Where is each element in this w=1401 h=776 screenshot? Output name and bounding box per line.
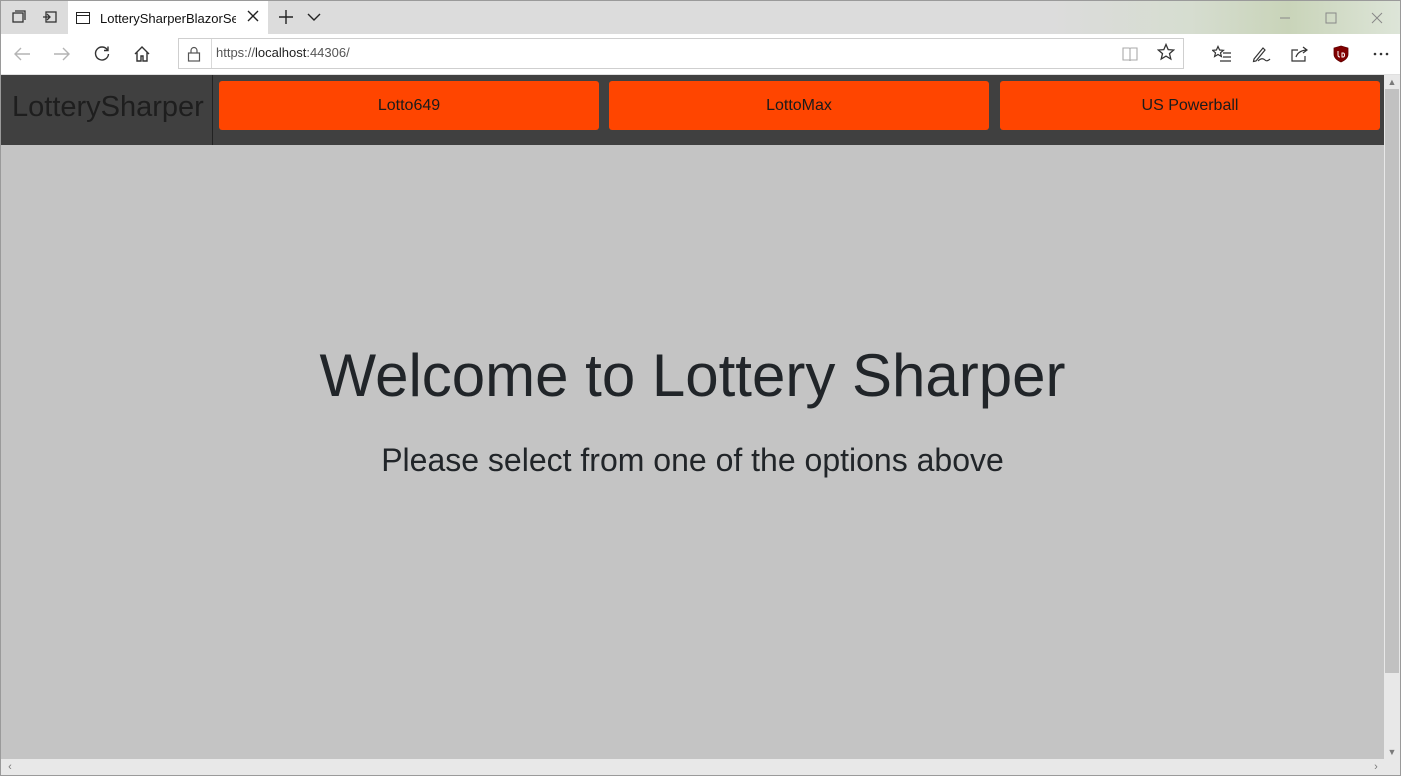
url-scheme: https:// [216, 45, 256, 60]
tab-title: LotterySharperBlazorServ [100, 11, 236, 26]
navigation-bar: https://localhost:44306/ [1, 34, 1400, 75]
forward-icon[interactable] [47, 40, 77, 68]
scroll-right-icon[interactable]: › [1369, 759, 1383, 775]
tab-actions-icon[interactable] [7, 7, 29, 27]
welcome-subheading: Please select from one of the options ab… [381, 442, 1004, 478]
welcome-section: Welcome to Lottery Sharper Please select… [1, 145, 1384, 759]
active-tab[interactable]: LotterySharperBlazorServ [68, 1, 268, 34]
brand-title[interactable]: LotterySharper [12, 91, 204, 124]
lock-icon[interactable] [187, 46, 201, 62]
vertical-scroll-thumb[interactable] [1385, 89, 1399, 673]
reading-view-icon[interactable] [1122, 46, 1138, 62]
url-port-path: :44306/ [306, 45, 350, 60]
nav-button-lotto649[interactable]: Lotto649 [219, 81, 599, 130]
url-host: localhost [255, 45, 307, 60]
ublock-icon[interactable] [1326, 40, 1356, 68]
address-bar[interactable]: https://localhost:44306/ [178, 38, 1184, 69]
window-close-icon[interactable] [1354, 1, 1400, 34]
url-text[interactable]: https://localhost:44306/ [216, 45, 350, 60]
maximize-icon[interactable] [1308, 1, 1354, 34]
close-icon[interactable] [244, 9, 262, 27]
favorites-icon[interactable] [1207, 40, 1237, 68]
page-icon [76, 12, 90, 24]
nav-button-lottomax[interactable]: LottoMax [609, 81, 989, 130]
set-aside-tabs-icon[interactable] [39, 7, 61, 27]
url-divider [211, 39, 212, 68]
pen-icon[interactable] [1246, 40, 1276, 68]
title-bar: LotterySharperBlazorServ [1, 1, 1400, 34]
nav-button-us-powerball[interactable]: US Powerball [1000, 81, 1380, 130]
page-viewport: LotterySharper Lotto649 LottoMax US Powe… [1, 75, 1384, 759]
welcome-heading: Welcome to Lottery Sharper [319, 342, 1066, 409]
scroll-up-icon[interactable]: ▲ [1384, 75, 1400, 89]
minimize-icon[interactable] [1262, 1, 1308, 34]
star-icon[interactable] [1155, 42, 1177, 65]
chevron-down-icon[interactable] [306, 5, 326, 29]
plus-icon[interactable] [275, 5, 297, 29]
more-icon[interactable] [1366, 40, 1396, 68]
browser-window: LotterySharperBlazorServ https://localho… [0, 0, 1401, 776]
horizontal-scrollbar[interactable]: ‹ › [1, 759, 1384, 775]
vertical-scrollbar[interactable]: ▲ ▼ [1384, 75, 1400, 759]
back-icon[interactable] [7, 40, 37, 68]
home-icon[interactable] [127, 40, 157, 68]
scrollbar-corner [1384, 759, 1400, 775]
refresh-icon[interactable] [87, 40, 117, 68]
scroll-left-icon[interactable]: ‹ [3, 759, 17, 775]
scroll-down-icon[interactable]: ▼ [1384, 745, 1400, 759]
app-header: LotterySharper Lotto649 LottoMax US Powe… [1, 75, 1384, 145]
brand-area: LotterySharper [1, 75, 213, 145]
share-icon[interactable] [1285, 40, 1315, 68]
